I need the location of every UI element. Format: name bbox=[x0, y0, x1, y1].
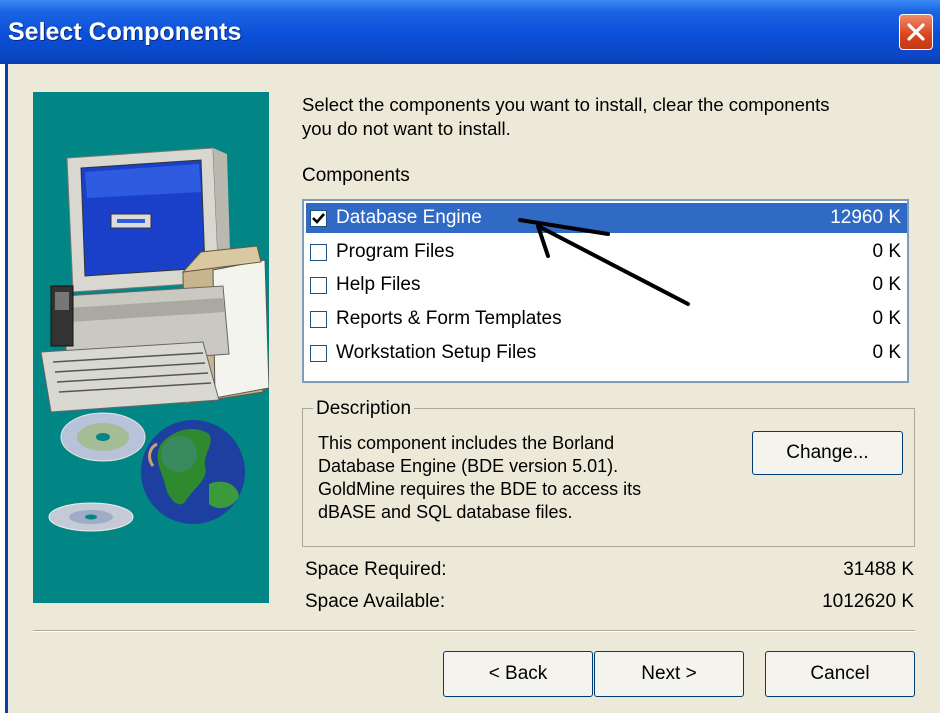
list-item-label: Help Files bbox=[336, 274, 421, 295]
next-button-label: Next > bbox=[641, 663, 697, 684]
cancel-button-label: Cancel bbox=[810, 663, 870, 684]
back-button-label: < Back bbox=[488, 663, 548, 684]
space-available-label: Space Available: bbox=[305, 591, 446, 612]
list-item-size: 0 K bbox=[872, 308, 901, 329]
list-item-label: Program Files bbox=[336, 241, 455, 262]
checkbox-database-engine[interactable] bbox=[310, 210, 327, 227]
change-button-label: Change... bbox=[786, 442, 869, 463]
setup-illustration bbox=[33, 92, 270, 603]
description-text: This component includes the Borland Data… bbox=[318, 433, 642, 522]
list-item-workstation-setup-files[interactable]: Workstation Setup Files 0 K bbox=[306, 338, 907, 368]
list-item-database-engine[interactable]: Database Engine 12960 K bbox=[306, 203, 907, 233]
cancel-button[interactable]: Cancel bbox=[765, 651, 915, 697]
space-required-value: 31488 K bbox=[843, 559, 914, 580]
space-required-label: Space Required: bbox=[305, 559, 447, 580]
components-list[interactable]: Database Engine 12960 K Program Files 0 … bbox=[302, 199, 909, 383]
setup-dialog: Select Components Select the components … bbox=[0, 0, 940, 713]
change-button[interactable]: Change... bbox=[752, 431, 903, 475]
list-item-reports-form-templates[interactable]: Reports & Form Templates 0 K bbox=[306, 304, 907, 334]
close-button[interactable] bbox=[899, 14, 933, 50]
divider bbox=[33, 630, 915, 632]
close-icon bbox=[907, 23, 925, 41]
components-label: Components bbox=[302, 165, 410, 186]
checkbox-help-files[interactable] bbox=[310, 277, 327, 294]
instructions-text: Select the components you want to instal… bbox=[302, 94, 830, 139]
list-item-size: 0 K bbox=[872, 274, 901, 295]
list-item-help-files[interactable]: Help Files 0 K bbox=[306, 270, 907, 300]
list-item-program-files[interactable]: Program Files 0 K bbox=[306, 237, 907, 267]
description-legend: Description bbox=[313, 398, 415, 420]
list-item-size: 0 K bbox=[872, 342, 901, 363]
cd-discs-icon bbox=[48, 412, 146, 532]
list-item-size: 0 K bbox=[872, 241, 901, 262]
list-item-label: Reports & Form Templates bbox=[336, 308, 562, 329]
globe-icon bbox=[141, 420, 245, 524]
space-available-value: 1012620 K bbox=[822, 591, 914, 612]
window-title: Select Components bbox=[8, 18, 242, 46]
back-button[interactable]: < Back bbox=[443, 651, 593, 697]
list-item-label: Workstation Setup Files bbox=[336, 342, 537, 363]
checkmark-icon bbox=[312, 213, 325, 224]
list-item-size: 12960 K bbox=[830, 207, 901, 228]
title-bar: Select Components bbox=[0, 0, 940, 64]
next-button[interactable]: Next > bbox=[594, 651, 744, 697]
checkbox-program-files[interactable] bbox=[310, 244, 327, 261]
checkbox-reports-form-templates[interactable] bbox=[310, 311, 327, 328]
list-item-label: Database Engine bbox=[336, 207, 482, 228]
computer-case-icon bbox=[40, 285, 230, 413]
checkbox-workstation-setup-files[interactable] bbox=[310, 345, 327, 362]
